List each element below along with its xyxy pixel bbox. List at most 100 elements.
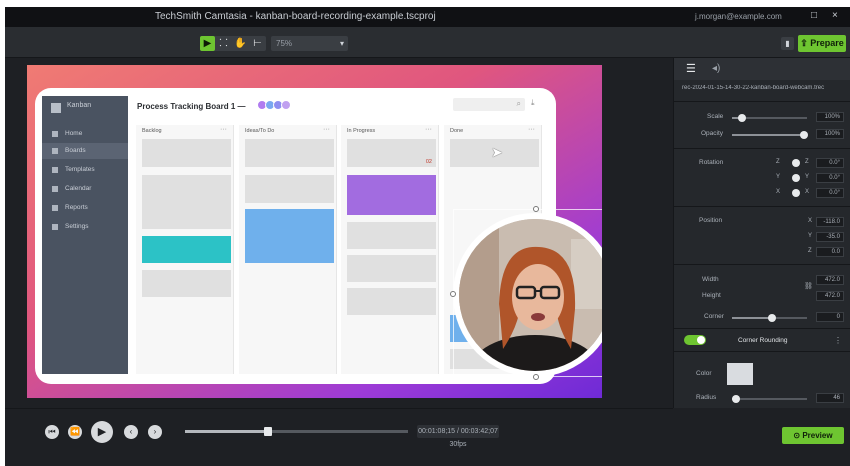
axis-label: X — [808, 218, 813, 224]
resize-handle[interactable] — [450, 291, 456, 297]
rotation-x-field[interactable]: 0.0° — [816, 188, 844, 198]
audio-properties-icon[interactable]: ◂) — [712, 63, 720, 74]
home-icon — [52, 131, 58, 137]
sidebar-item-reports: Reports — [42, 200, 128, 216]
calendar-icon — [52, 186, 58, 192]
divider — [674, 328, 850, 329]
slider-knob[interactable] — [738, 114, 746, 122]
step-back-icon[interactable]: ⏪ — [68, 425, 82, 439]
panel-menu-icon[interactable]: ⋮ — [834, 336, 842, 345]
select-tool-icon[interactable]: ▶ — [200, 36, 215, 51]
scale-label: Scale — [707, 113, 724, 120]
chevron-down-icon: ▾ — [339, 39, 344, 48]
opacity-slider[interactable] — [732, 131, 808, 139]
crop-tool-icon[interactable]: ⊢ — [250, 36, 265, 51]
scale-slider[interactable] — [732, 114, 807, 122]
app-search-input: ⌕ — [453, 98, 525, 111]
axis-label: Y — [808, 233, 813, 239]
overdue-count: 02 — [425, 159, 432, 165]
column-title: Done — [450, 128, 464, 134]
camtasia-window: TechSmith Camtasia - kanban-board-record… — [5, 7, 850, 466]
avatar — [281, 100, 291, 110]
opacity-field[interactable]: 100% — [816, 129, 844, 139]
position-x-field[interactable]: -118.0 — [816, 217, 844, 227]
color-swatch[interactable] — [727, 363, 753, 385]
marquee-tool-icon[interactable]: ⸬ — [216, 36, 231, 51]
radius-label: Radius — [696, 394, 717, 401]
corner-field[interactable]: 0 — [816, 312, 844, 322]
selection-box[interactable] — [453, 209, 602, 377]
card — [245, 175, 334, 203]
close-icon[interactable]: × — [832, 10, 838, 21]
card — [142, 270, 231, 297]
rotation-y-field[interactable]: 0.0° — [816, 173, 844, 183]
rotation-x-dial-icon[interactable] — [792, 189, 800, 197]
width-field[interactable]: 472.0 — [816, 275, 844, 285]
playhead[interactable] — [263, 427, 272, 436]
member-avatars — [257, 100, 293, 110]
app-sidebar: Kanban Home Boards Templates Calendar Re… — [42, 96, 128, 374]
rotation-y-dial-icon[interactable] — [792, 174, 800, 182]
playback-scrubber[interactable] — [185, 427, 408, 436]
resize-handle[interactable] — [533, 206, 539, 212]
link-icon[interactable]: ⛓ — [804, 282, 813, 290]
previous-frame-icon[interactable]: ‹ — [124, 425, 138, 439]
signed-in-user[interactable]: j.morgan@example.com — [695, 12, 782, 21]
height-field[interactable]: 472.0 — [816, 291, 844, 301]
corner-rounding-label: Corner Rounding — [738, 337, 788, 344]
card — [347, 175, 436, 215]
divider — [674, 351, 850, 352]
rewind-icon[interactable]: ⏮ — [45, 425, 59, 439]
sidebar-item-label: Templates — [65, 166, 95, 173]
prepare-button[interactable]: ⇪ Prepare — [798, 35, 846, 52]
sidebar-item-label: Reports — [65, 204, 88, 211]
playback-controls: ⏮ ⏪ ▶ ‹ › 00:01:08;15 / 00:03:42;07 30fp… — [5, 408, 673, 466]
resize-handle[interactable] — [533, 374, 539, 380]
card: 02 — [347, 139, 436, 167]
more-icon: ··· — [323, 126, 330, 133]
toggle-knob — [697, 336, 705, 344]
slider-knob[interactable] — [800, 131, 808, 139]
radius-field[interactable]: 46 — [816, 393, 844, 403]
axis-label: Z — [776, 159, 780, 165]
more-icon: ··· — [425, 126, 432, 133]
play-button[interactable]: ▶ — [91, 421, 113, 443]
board-icon — [52, 148, 58, 154]
scrubber-progress — [185, 430, 268, 433]
scale-field[interactable]: 100% — [816, 112, 844, 122]
sidebar-item-label: Home — [65, 130, 83, 137]
radius-slider[interactable] — [732, 395, 807, 403]
corner-rounding-toggle[interactable] — [684, 335, 706, 345]
zoom-select[interactable]: 75% ▾ — [271, 36, 348, 51]
column-title: Ideas/To Do — [245, 128, 275, 134]
visual-properties-icon[interactable]: ☰ — [686, 62, 696, 75]
board-column-backlog: Backlog ··· — [136, 125, 234, 374]
card — [142, 139, 231, 167]
slider-knob[interactable] — [732, 395, 740, 403]
next-frame-icon[interactable]: › — [148, 425, 162, 439]
card — [245, 139, 334, 167]
position-y-field[interactable]: -35.0 — [816, 232, 844, 242]
sidebar-item-label: Calendar — [65, 185, 92, 192]
hand-tool-icon[interactable]: ✋ — [233, 36, 248, 51]
preview-button[interactable]: ⊙ Preview — [782, 427, 844, 444]
layout-toggle-button[interactable]: ▮ — [781, 37, 794, 50]
rotation-z-field[interactable]: 0.0° — [816, 158, 844, 168]
card — [347, 288, 436, 315]
column-title: Backlog — [142, 128, 162, 134]
divider — [674, 264, 850, 265]
report-icon — [52, 205, 58, 211]
corner-slider[interactable] — [732, 314, 807, 322]
preview-stage[interactable]: Kanban Home Boards Templates Calendar Re… — [27, 65, 602, 398]
card — [142, 175, 231, 229]
sidebar-item-settings: Settings — [42, 219, 128, 235]
window-title: TechSmith Camtasia - kanban-board-record… — [155, 11, 436, 22]
position-z-field[interactable]: 0.0 — [816, 247, 844, 257]
media-filename: rec-2024-01-15-14-30-22-kanban-board-web… — [682, 85, 825, 91]
rotation-z-dial-icon[interactable] — [792, 159, 800, 167]
minimize-icon[interactable]: □ — [811, 10, 817, 21]
slider-knob[interactable] — [768, 314, 776, 322]
divider — [674, 101, 850, 102]
download-icon: ⤓ — [531, 98, 535, 107]
card — [142, 236, 231, 263]
